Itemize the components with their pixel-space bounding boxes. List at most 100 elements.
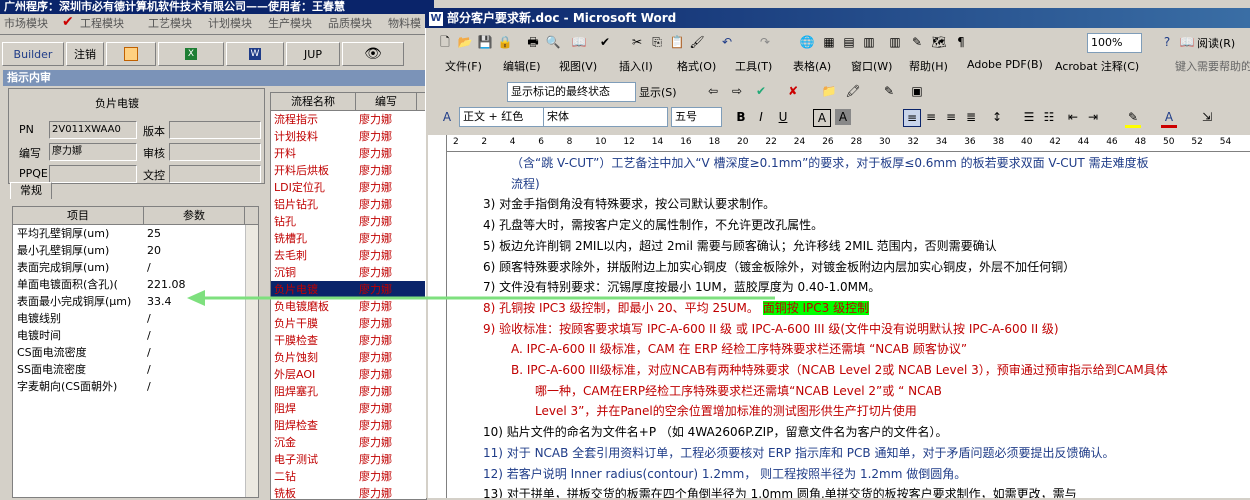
style-combo[interactable]: 正文 + 红色	[459, 107, 546, 127]
process-row[interactable]: 负片干膜 廖力娜	[271, 315, 426, 332]
styles-icon[interactable]: A	[439, 109, 455, 125]
spelling-icon[interactable]: ✔	[597, 34, 613, 50]
menu-format[interactable]: 格式(O)	[677, 58, 716, 74]
italic-icon[interactable]: I	[753, 109, 769, 125]
redo-icon[interactable]: ↷	[757, 34, 773, 50]
decrease-indent-icon[interactable]: ⇤	[1065, 109, 1081, 125]
menu-tools[interactable]: 工具(T)	[735, 58, 772, 74]
document-map-icon[interactable]: 🗺	[931, 34, 947, 50]
menu-market[interactable]: 市场模块	[4, 16, 48, 32]
menu-plan[interactable]: 计划模块	[208, 16, 252, 32]
process-row[interactable]: 负片电镀 廖力娜	[271, 281, 426, 298]
process-row[interactable]: 外层AOI 廖力娜	[271, 366, 426, 383]
param-row[interactable]: SS面电流密度 /	[13, 361, 245, 378]
process-row[interactable]: 沉铜 廖力娜	[271, 264, 426, 281]
process-row[interactable]: 铣槽孔 廖力娜	[271, 230, 426, 247]
drawing-icon[interactable]: ✎	[909, 34, 925, 50]
menu-view[interactable]: 视图(V)	[559, 58, 597, 74]
param-row[interactable]: CS面电流密度 /	[13, 344, 245, 361]
menu-acrobat[interactable]: Acrobat 注释(C)	[1055, 58, 1139, 74]
highlight-color-icon[interactable]: ✎	[1125, 109, 1141, 128]
menu-engineering[interactable]: 工程模块	[80, 16, 124, 32]
new-icon[interactable]: 🗋	[437, 34, 453, 50]
print-icon[interactable]: 🖶	[525, 34, 541, 50]
process-header-owner[interactable]: 编写	[356, 93, 417, 110]
format-painter-icon[interactable]: 🖌	[689, 34, 705, 50]
menu-insert[interactable]: 插入(I)	[619, 58, 653, 74]
show-hide-icon[interactable]: ¶	[953, 34, 969, 50]
highlight-icon[interactable]: 🖍	[845, 83, 861, 99]
char-shading-icon[interactable]: A	[835, 109, 851, 125]
horizontal-ruler[interactable]: 2 2 4 6 8 10 12 14 16 18 20 22 24 26 28 30 32 34 36 38 40 42 4…	[447, 135, 1250, 152]
menu-table[interactable]: 表格(A)	[793, 58, 831, 74]
align-left-icon[interactable]: ≡	[903, 109, 921, 127]
process-row[interactable]: 铝片钻孔 廖力娜	[271, 196, 426, 213]
size-combo[interactable]: 五号	[671, 107, 722, 127]
menu-edit[interactable]: 编辑(E)	[503, 58, 541, 74]
reviewing-pane-icon[interactable]: ▣	[909, 83, 925, 99]
menu-adobe-pdf[interactable]: Adobe PDF(B)	[967, 58, 1043, 71]
process-row[interactable]: 开料 廖力娜	[271, 145, 426, 162]
process-row[interactable]: 负片蚀刻 廖力娜	[271, 349, 426, 366]
process-row[interactable]: 流程指示 廖力娜	[271, 111, 426, 128]
line-spacing-icon[interactable]: ↕	[989, 109, 1005, 125]
undo-icon[interactable]: ↶	[719, 34, 735, 50]
word-button[interactable]: W	[226, 42, 284, 66]
numbering-icon[interactable]: ☰	[1021, 109, 1037, 125]
process-row[interactable]: 沉金 廖力娜	[271, 434, 426, 451]
param-row[interactable]: 电镀线别 /	[13, 310, 245, 327]
print-preview-icon[interactable]: 🔍	[545, 34, 561, 50]
reading-button[interactable]: 阅读(R)	[1197, 35, 1235, 51]
menu-help[interactable]: 帮助(H)	[909, 58, 948, 74]
align-right-icon[interactable]: ≡	[943, 109, 959, 125]
jup-button[interactable]: JUP	[286, 42, 340, 66]
research-icon[interactable]: 📖	[571, 34, 587, 50]
builder-button[interactable]: Builder	[2, 42, 64, 66]
save-icon[interactable]: 💾	[477, 34, 493, 50]
review-field[interactable]	[169, 143, 261, 161]
process-row[interactable]: 钻孔 廖力娜	[271, 213, 426, 230]
underline-icon[interactable]: U	[775, 109, 791, 125]
tab-general[interactable]: 常规	[10, 182, 52, 199]
insert-excel-icon[interactable]: ▥	[861, 34, 877, 50]
char-border-icon[interactable]: A	[813, 109, 831, 127]
excel-button[interactable]: X	[158, 42, 224, 66]
cut-icon[interactable]: ✂	[629, 34, 645, 50]
hyperlink-icon[interactable]: 🌐	[799, 34, 815, 50]
param-row[interactable]: 表面完成铜厚(um) /	[13, 259, 245, 276]
tables-borders-icon[interactable]: ▦	[821, 34, 837, 50]
menu-window[interactable]: 窗口(W)	[851, 58, 892, 74]
zoom-combo[interactable]: 100%	[1087, 33, 1142, 53]
editor-field[interactable]: 廖力娜	[49, 143, 137, 161]
track-changes-icon[interactable]: ✎	[881, 83, 897, 99]
columns-icon[interactable]: ▥	[887, 34, 903, 50]
pn-field[interactable]: 2V011XWAA0	[49, 121, 137, 139]
process-row[interactable]: 负电镀磨板 廖力娜	[271, 298, 426, 315]
next-change-icon[interactable]: ⇨	[729, 83, 745, 99]
param-row[interactable]: 字麦朝向(CS面朝外) /	[13, 378, 245, 395]
permission-icon[interactable]: 🔒	[497, 34, 513, 50]
view-button[interactable]: 👁	[342, 42, 404, 66]
open-icon[interactable]: 📂	[457, 34, 473, 50]
menu-quality[interactable]: 品质模块	[328, 16, 372, 32]
process-row[interactable]: 电子测试 廖力娜	[271, 451, 426, 468]
reading-icon[interactable]: 📖	[1179, 34, 1195, 50]
previous-change-icon[interactable]: ⇦	[705, 83, 721, 99]
copy-icon[interactable]: ⎘	[649, 34, 665, 50]
font-color-icon[interactable]: A	[1161, 109, 1177, 128]
param-row[interactable]: 单面电镀面积(含孔)(221.08	[13, 276, 245, 293]
accept-change-icon[interactable]: ✔	[753, 83, 769, 99]
document-area[interactable]: （含“跳 V-CUT”）工艺备注中加入“V 槽深度≥0.1mm”的要求，对于板厚…	[447, 152, 1250, 498]
process-row[interactable]: 计划投料 廖力娜	[271, 128, 426, 145]
menu-production[interactable]: 生产模块	[268, 16, 312, 32]
process-row[interactable]: 阻焊塞孔 廖力娜	[271, 383, 426, 400]
menu-material[interactable]: 物料模	[388, 16, 421, 32]
paste-icon[interactable]: 📋	[669, 34, 685, 50]
show-button[interactable]: 显示(S)	[639, 84, 677, 100]
menu-file[interactable]: 文件(F)	[445, 58, 482, 74]
help-icon[interactable]: ?	[1159, 34, 1175, 50]
param-row[interactable]: 电镀时间 /	[13, 327, 245, 344]
process-row[interactable]: LDI定位孔 廖力娜	[271, 179, 426, 196]
justify-icon[interactable]: ≣	[963, 109, 979, 125]
param-scrollbar[interactable]	[245, 225, 258, 497]
